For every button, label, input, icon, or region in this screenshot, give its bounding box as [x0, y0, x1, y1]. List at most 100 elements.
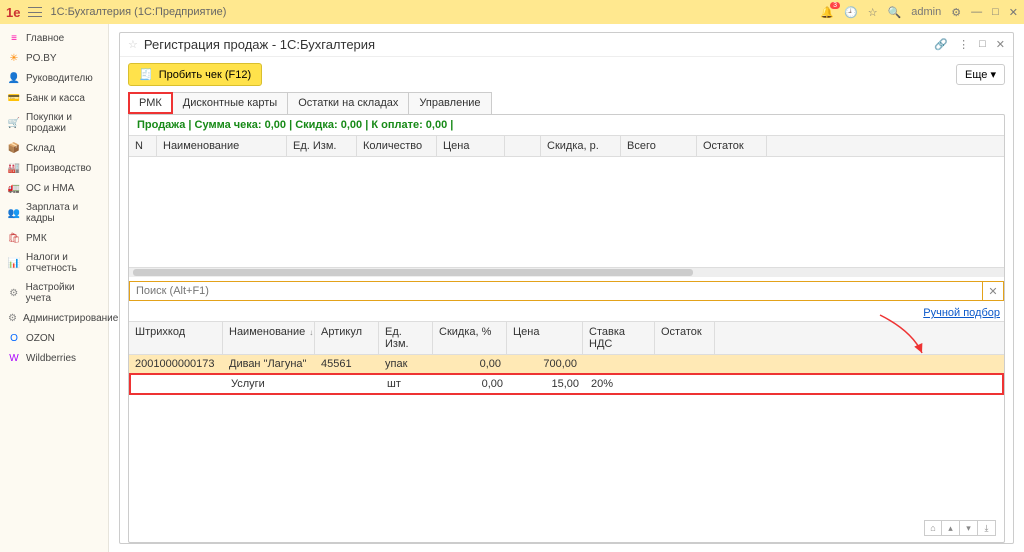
search-row: ✕ — [129, 281, 1004, 301]
nav-last-button[interactable]: ⤓ — [978, 520, 996, 536]
tab[interactable]: Управление — [409, 92, 491, 114]
sidebar-label: Руководителю — [26, 73, 93, 84]
grid2-cell — [583, 355, 655, 373]
sidebar-item[interactable]: 👤 Руководителю — [0, 68, 108, 88]
sidebar-item[interactable]: ⚙Администрирование — [0, 308, 108, 328]
grid1-header-cell[interactable]: Наименование — [157, 136, 287, 156]
sidebar-icon: 🛍 — [8, 232, 20, 244]
nav-up-button[interactable]: ▴ — [942, 520, 960, 536]
punch-check-button[interactable]: 🧾 Пробить чек (F12) — [128, 63, 262, 86]
grid1-header-cell[interactable]: Цена — [437, 136, 505, 156]
sidebar-icon: ✳ — [8, 52, 20, 64]
window: ☆ Регистрация продаж - 1С:Бухгалтерия 🔗 … — [119, 32, 1014, 544]
sidebar-item[interactable]: 💳Банк и касса — [0, 88, 108, 108]
sidebar-icon: ⚙ — [8, 287, 20, 299]
tab[interactable]: РМК — [128, 92, 173, 114]
sidebar-item[interactable]: OOZON — [0, 328, 108, 348]
sidebar-icon: 🏭 — [8, 162, 20, 174]
punch-label: Пробить чек (F12) — [159, 69, 251, 81]
app-title: 1С:Бухгалтерия (1С:Предприятие) — [50, 6, 226, 18]
sidebar-label: Главное — [26, 33, 64, 44]
sidebar-icon: 📦 — [8, 142, 20, 154]
sidebar-item[interactable]: 🛍РМК — [0, 228, 108, 248]
sidebar-label: Налоги и отчетность — [26, 252, 100, 274]
link-icon[interactable]: 🔗 — [934, 38, 948, 51]
grid1-header: NНаименованиеЕд. Изм.КоличествоЦена Скидк… — [129, 135, 1004, 157]
sidebar-label: Склад — [26, 143, 55, 154]
bell-icon[interactable]: 🔔3 — [820, 6, 834, 19]
settings-icon[interactable]: ⚙ — [951, 6, 961, 19]
tab[interactable]: Остатки на складах — [288, 92, 409, 114]
window-header: ☆ Регистрация продаж - 1С:Бухгалтерия 🔗 … — [120, 33, 1013, 57]
window-restore-icon[interactable]: □ — [979, 38, 986, 51]
content: ☆ Регистрация продаж - 1С:Бухгалтерия 🔗 … — [109, 24, 1024, 552]
grid2-cell: 15,00 — [509, 375, 585, 393]
sidebar-item[interactable]: WWildberries — [0, 348, 108, 368]
restore-icon[interactable]: □ — [992, 6, 999, 18]
grid1-header-cell[interactable]: Количество — [357, 136, 437, 156]
search-clear-button[interactable]: ✕ — [982, 281, 1004, 301]
grid2-cell: 700,00 — [507, 355, 583, 373]
sidebar-item[interactable]: ≡ Главное — [0, 28, 108, 48]
close-icon[interactable]: ✕ — [1009, 6, 1018, 19]
grid1-header-cell[interactable]: N — [129, 136, 157, 156]
grid2-cell — [657, 375, 717, 393]
burger-icon[interactable] — [28, 7, 42, 17]
more-button[interactable]: Еще ▾ — [956, 64, 1005, 85]
topbar: 1e 1С:Бухгалтерия (1С:Предприятие) 🔔3 🕘 … — [0, 0, 1024, 24]
grid2-header-cell[interactable]: Наименование↓ — [223, 322, 315, 354]
search-input[interactable] — [129, 281, 982, 301]
window-close-icon[interactable]: ✕ — [996, 38, 1005, 51]
nav-down-button[interactable]: ▾ — [960, 520, 978, 536]
receipt-icon: 🧾 — [139, 68, 153, 81]
grid2-header-cell[interactable]: Ставка НДС — [583, 322, 655, 354]
grid2-row[interactable]: 2001000000173Диван "Лагуна"45561упак0,00… — [129, 355, 1004, 373]
nav-first-button[interactable]: ⌂ — [924, 520, 942, 536]
sidebar-item[interactable]: ⚙Настройки учета — [0, 278, 108, 308]
star-icon[interactable]: ☆ — [868, 6, 878, 19]
sidebar-label: PO.BY — [26, 53, 57, 64]
grid2-header-cell[interactable]: Штрихкод — [129, 322, 223, 354]
footer-nav: ⌂ ▴ ▾ ⤓ — [129, 514, 1004, 542]
sidebar-item[interactable]: ✳ PO.BY — [0, 48, 108, 68]
kebab-icon[interactable]: ⋮ — [958, 38, 969, 51]
grid1-header-cell[interactable]: Скидка, р. — [541, 136, 621, 156]
chevron-down-icon: ▾ — [990, 69, 996, 81]
history-icon[interactable]: 🕘 — [844, 6, 858, 19]
sidebar-icon: ⚙ — [8, 312, 17, 324]
grid2-header-cell[interactable]: Артикул — [315, 322, 379, 354]
sidebar-icon: 🛒 — [8, 117, 20, 129]
grid1-header-cell[interactable]: Всего — [621, 136, 697, 156]
favorite-icon[interactable]: ☆ — [128, 38, 138, 51]
grid2-header-cell[interactable]: Ед. Изм. — [379, 322, 433, 354]
grid2-header-cell[interactable]: Скидка, % — [433, 322, 507, 354]
grid2-header-cell[interactable]: Цена — [507, 322, 583, 354]
grid2-body[interactable]: 2001000000173Диван "Лагуна"45561упак0,00… — [129, 355, 1004, 514]
sidebar-icon: 👤 — [8, 72, 20, 84]
user-label[interactable]: admin — [911, 6, 941, 18]
minimize-icon[interactable]: — — [971, 6, 982, 18]
sidebar-item[interactable]: 📦 Склад — [0, 138, 108, 158]
sidebar-item[interactable]: 👥Зарплата и кадры — [0, 198, 108, 228]
sidebar-item[interactable]: 🛒Покупки и продажи — [0, 108, 108, 138]
search-icon[interactable]: 🔍 — [888, 6, 902, 19]
grid2-cell — [655, 355, 715, 373]
sidebar-icon: O — [8, 332, 20, 344]
scrollbar-horizontal[interactable] — [129, 267, 1004, 277]
manual-selection-link[interactable]: Ручной подбор — [923, 307, 1000, 319]
tab[interactable]: Дисконтные карты — [173, 92, 288, 114]
grid1-body[interactable] — [129, 157, 1004, 267]
sidebar-item[interactable]: 🏭Производство — [0, 158, 108, 178]
grid1-header-cell[interactable]: Ед. Изм. — [287, 136, 357, 156]
sidebar-icon: W — [8, 352, 20, 364]
sidebar-label: Администрирование — [23, 313, 118, 324]
panel: Продажа | Сумма чека: 0,00 | Скидка: 0,0… — [128, 114, 1005, 543]
grid1-header-cell[interactable]: Остаток — [697, 136, 767, 156]
grid2-header-cell[interactable]: Остаток — [655, 322, 715, 354]
sidebar-item[interactable]: 🚛ОС и НМА — [0, 178, 108, 198]
sidebar-item[interactable]: 📊Налоги и отчетность — [0, 248, 108, 278]
grid1-header-cell[interactable] — [505, 136, 541, 156]
sidebar-icon: ≡ — [8, 32, 20, 44]
topbar-left: 1e 1С:Бухгалтерия (1С:Предприятие) — [6, 5, 226, 20]
grid2-row[interactable]: Услугишт0,0015,0020% — [129, 373, 1004, 395]
